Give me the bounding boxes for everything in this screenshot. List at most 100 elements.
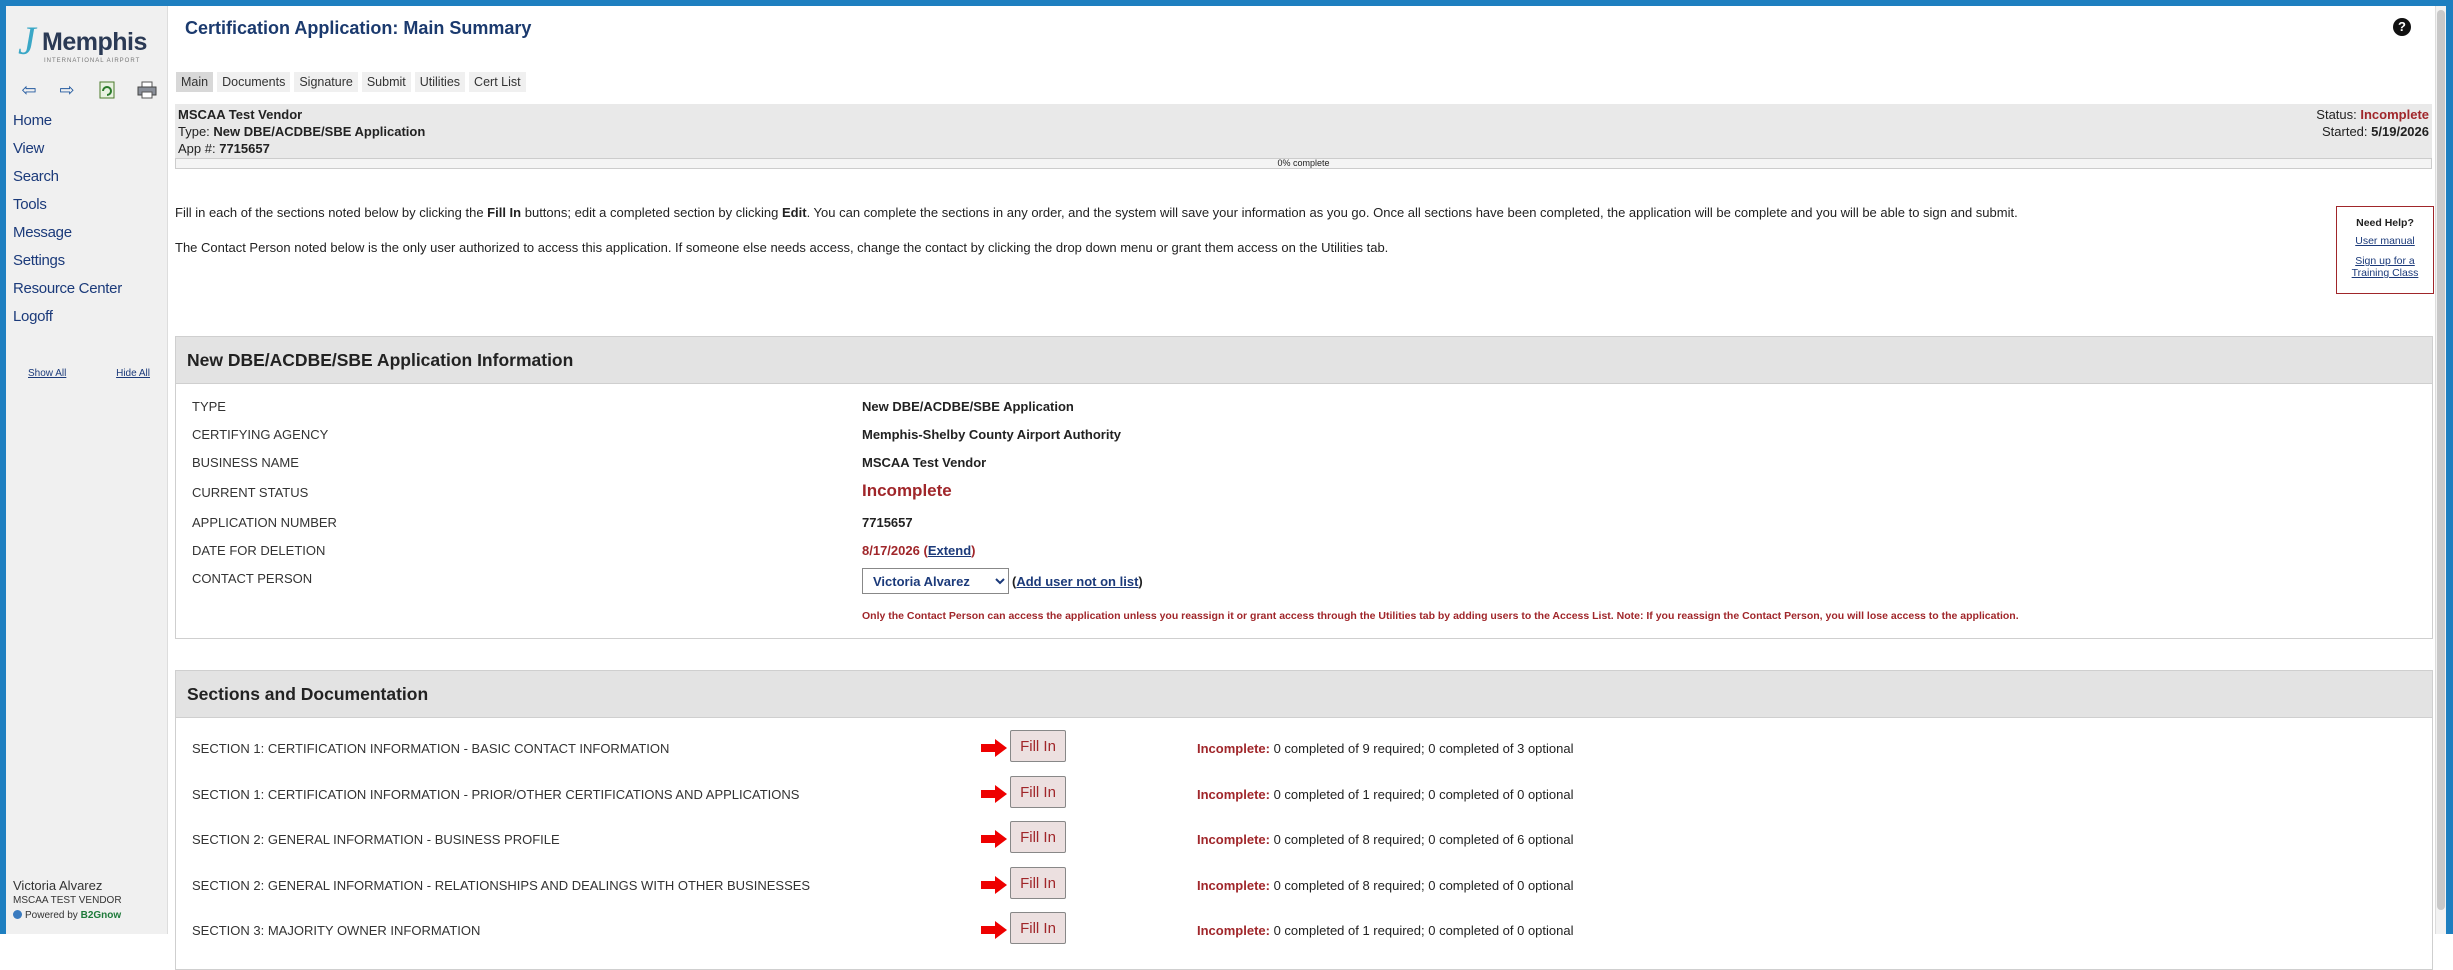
fill-in-button[interactable]: Fill In [1010, 867, 1066, 899]
logo-mark-icon: J [18, 18, 36, 63]
tab-signature[interactable]: Signature [294, 72, 358, 92]
add-user-paren-close: ) [1138, 574, 1143, 589]
deletion-row-label: DATE FOR DELETION [192, 543, 326, 558]
application-type: Type: New DBE/ACDBE/SBE Application [178, 124, 425, 139]
user-name: Victoria Alvarez [13, 878, 103, 893]
sidebar-item-settings[interactable]: Settings [13, 252, 122, 269]
section-label: SECTION 1: CERTIFICATION INFORMATION - B… [192, 741, 670, 756]
memphis-logo[interactable]: J Memphis INTERNATIONAL AIRPORT [16, 18, 147, 68]
show-all-link[interactable]: Show All [28, 368, 66, 379]
fill-in-button[interactable]: Fill In [1010, 776, 1066, 808]
fill-in-button[interactable]: Fill In [1010, 730, 1066, 762]
refresh-icon[interactable] [94, 78, 120, 102]
contact-person-note: Only the Contact Person can access the a… [862, 610, 2019, 622]
section-status: Incomplete: 0 completed of 9 required; 0… [1197, 741, 1574, 756]
hide-all-link[interactable]: Hide All [116, 368, 150, 379]
tab-cert-list[interactable]: Cert List [469, 72, 526, 92]
sidebar-item-tools[interactable]: Tools [13, 196, 122, 213]
powered-brand: B2Gnow [80, 910, 122, 921]
table-row: SECTION 1: CERTIFICATION INFORMATION - B… [176, 729, 2432, 769]
window-frame-top [0, 0, 2453, 6]
fill-in-button[interactable]: Fill In [1010, 912, 1066, 944]
intro-edit: Edit [782, 205, 807, 220]
red-arrow-icon [981, 785, 1007, 803]
logo-subtitle: INTERNATIONAL AIRPORT [44, 58, 141, 64]
started-label: Started: [2322, 124, 2368, 139]
deletion-date: 8/17/2026 [862, 543, 920, 558]
appnum-row-value: 7715657 [862, 515, 913, 530]
sidebar-item-home[interactable]: Home [13, 112, 122, 129]
user-manual-link[interactable]: User manual [2337, 235, 2433, 247]
section-status-detail: 0 completed of 9 required; 0 completed o… [1269, 741, 1574, 756]
training-class-link-line2[interactable]: Training Class [2337, 267, 2433, 279]
sidebar-item-logoff[interactable]: Logoff [13, 308, 122, 325]
table-row: SECTION 2: GENERAL INFORMATION - RELATIO… [176, 866, 2432, 906]
section-label: SECTION 2: GENERAL INFORMATION - RELATIO… [192, 878, 811, 893]
powered-by[interactable]: Powered by B2Gnow [13, 910, 163, 921]
business-row-label: BUSINESS NAME [192, 455, 299, 470]
sidebar-item-message[interactable]: Message [13, 224, 122, 241]
vendor-name: MSCAA Test Vendor [178, 107, 303, 122]
section-status-detail: 0 completed of 8 required; 0 completed o… [1269, 878, 1574, 893]
arrow-right-icon[interactable]: ⇨ [54, 78, 80, 102]
tab-documents[interactable]: Documents [217, 72, 291, 92]
intro-text-a: Fill in each of the sections noted below… [175, 205, 488, 220]
app-num-value: 7715657 [219, 141, 270, 156]
page-scrollbar[interactable] [2435, 6, 2446, 934]
section-status: Incomplete: 0 completed of 8 required; 0… [1197, 878, 1574, 893]
status-badge: Incomplete [2360, 107, 2429, 122]
status-line: Status: Incomplete [2316, 107, 2429, 122]
table-row: SECTION 3: MAJORITY OWNER INFORMATION Fil… [176, 911, 2432, 951]
type-value: New DBE/ACDBE/SBE Application [213, 124, 426, 139]
section-status-detail: 0 completed of 8 required; 0 completed o… [1269, 832, 1574, 847]
intro-paragraph-1: Fill in each of the sections noted below… [175, 205, 2315, 220]
logo-text: Memphis [42, 28, 147, 56]
progress-bar: 0% complete [175, 158, 2432, 169]
need-help-title: Need Help? [2356, 217, 2414, 229]
status-row-label: CURRENT STATUS [192, 485, 309, 500]
window-frame-right [2446, 0, 2453, 934]
add-user-link[interactable]: Add user not on list [1016, 574, 1138, 589]
sidebar-item-view[interactable]: View [13, 140, 122, 157]
tab-utilities[interactable]: Utilities [414, 72, 466, 92]
sidebar-item-resource-center[interactable]: Resource Center [13, 280, 122, 297]
tab-submit[interactable]: Submit [361, 72, 411, 92]
sections-panel: Sections and Documentation SECTION 1: CE… [175, 670, 2433, 970]
red-arrow-icon [981, 739, 1007, 757]
application-info-panel: New DBE/ACDBE/SBE Application Informatio… [175, 336, 2433, 639]
intro-text-e: . You can complete the sections in any o… [806, 205, 2018, 220]
training-class-link-line1[interactable]: Sign up for a [2337, 255, 2433, 267]
extend-link[interactable]: Extend [928, 543, 971, 558]
section-label: SECTION 2: GENERAL INFORMATION - BUSINES… [192, 832, 560, 847]
globe-icon [13, 910, 22, 919]
section-status-detail: 0 completed of 1 required; 0 completed o… [1269, 923, 1574, 938]
print-icon[interactable] [134, 78, 160, 102]
arrow-left-icon[interactable]: ⇦ [16, 78, 42, 102]
help-icon[interactable]: ? [2393, 18, 2411, 36]
show-hide-controls: Show All Hide All [28, 368, 150, 379]
info-panel-title: New DBE/ACDBE/SBE Application Informatio… [176, 337, 2432, 384]
section-status: Incomplete: 0 completed of 1 required; 0… [1197, 787, 1574, 802]
section-status-detail: 0 completed of 1 required; 0 completed o… [1269, 787, 1574, 802]
sidebar-item-search[interactable]: Search [13, 168, 122, 185]
contact-person-select[interactable]: Victoria Alvarez [862, 568, 1009, 594]
need-help-box: Need Help? User manual Sign up for a Tra… [2336, 206, 2434, 294]
intro-text-c: buttons; edit a completed section by cli… [521, 205, 782, 220]
tab-main[interactable]: Main [176, 72, 214, 92]
application-summary-bar: MSCAA Test Vendor Type: New DBE/ACDBE/SB… [175, 104, 2432, 169]
red-arrow-icon [981, 921, 1007, 939]
powered-prefix: Powered by [25, 910, 78, 921]
app-num-label: App #: [178, 141, 216, 156]
section-status: Incomplete: 0 completed of 8 required; 0… [1197, 832, 1574, 847]
fill-in-button[interactable]: Fill In [1010, 821, 1066, 853]
section-status-label: Incomplete: [1197, 923, 1270, 938]
intro-paragraph-2: The Contact Person noted below is the on… [175, 240, 1389, 255]
status-label: Status: [2316, 107, 2357, 122]
section-label: SECTION 3: MAJORITY OWNER INFORMATION [192, 923, 481, 938]
scrollbar-thumb[interactable] [2437, 10, 2445, 910]
user-org: MSCAA TEST VENDOR [13, 895, 122, 906]
contact-row-label: CONTACT PERSON [192, 571, 313, 586]
type-row-label: TYPE [192, 399, 226, 414]
section-label: SECTION 1: CERTIFICATION INFORMATION - P… [192, 787, 800, 802]
current-status-value: Incomplete [862, 481, 952, 500]
